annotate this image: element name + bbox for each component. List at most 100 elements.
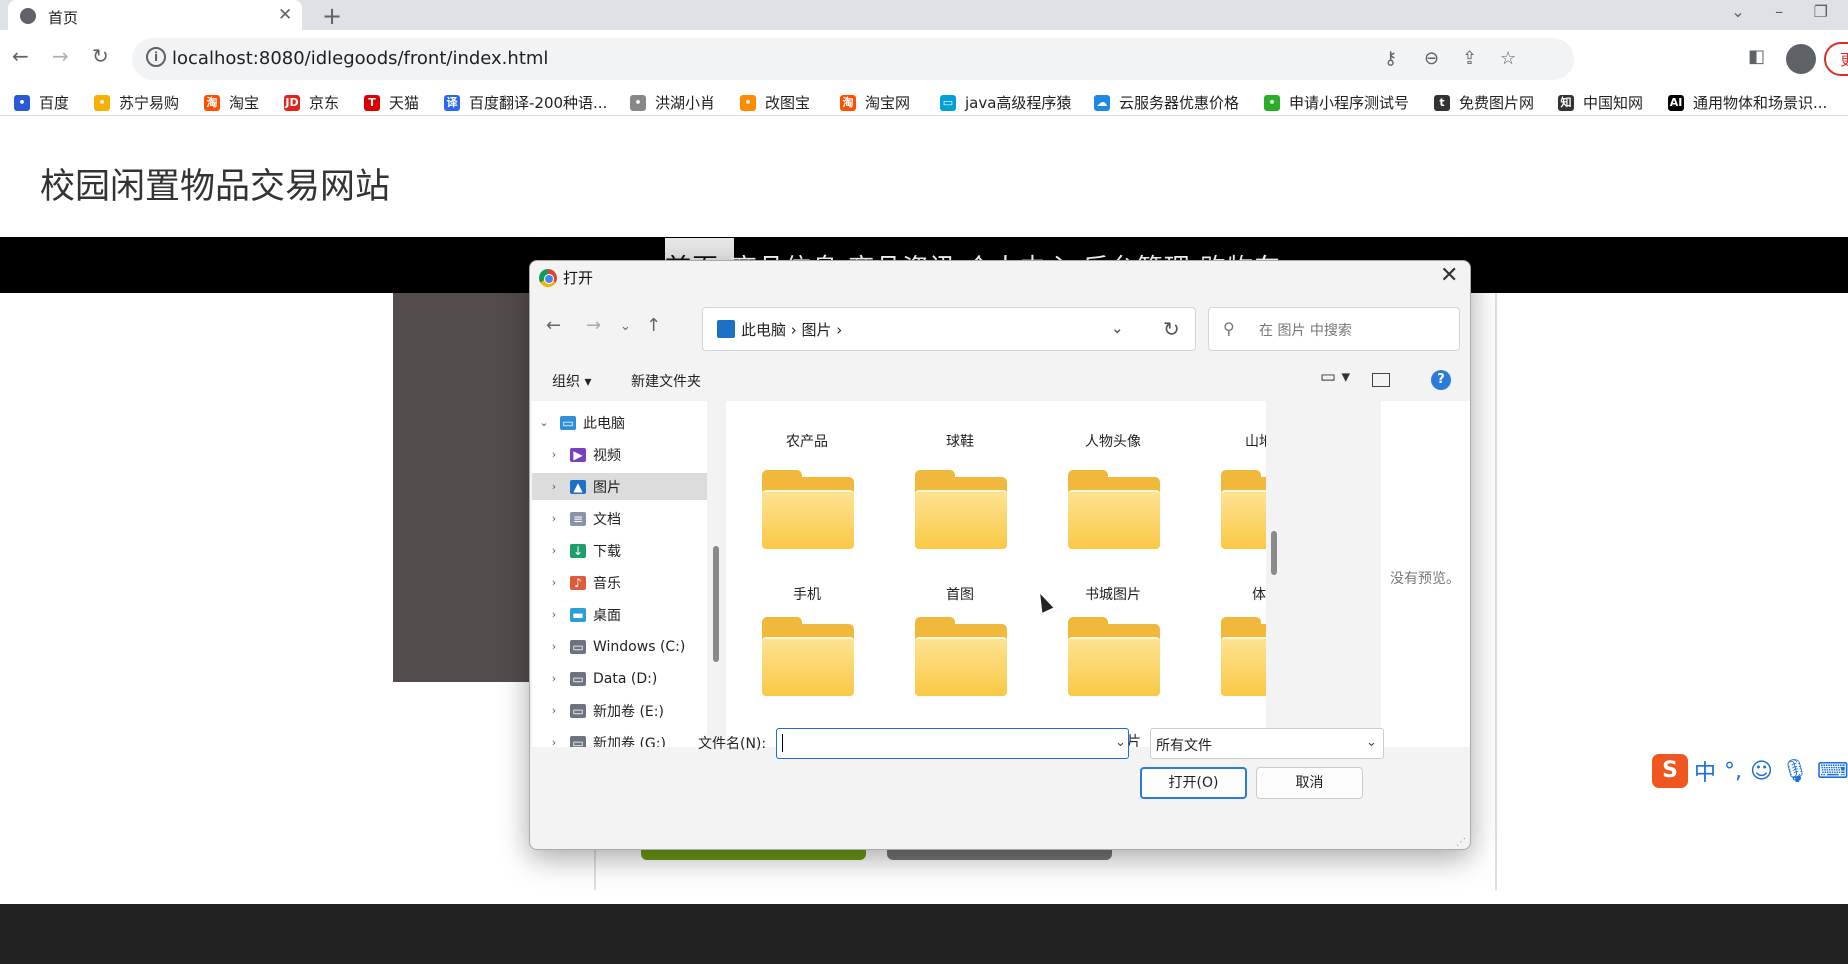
folder-item[interactable]: 首图 [905,470,1015,603]
window-controls[interactable]: ⌄ – ❐ [1731,2,1828,21]
tree-item[interactable]: › ▭ Windows (C:) [532,633,707,660]
bookmark-item[interactable]: T 天猫 [364,92,419,113]
reload-icon[interactable]: ↻ [92,44,109,68]
chevron-right-icon[interactable]: › [548,448,560,461]
search-box[interactable]: ⚲ 在 图片 中搜索 [1208,307,1460,351]
bookmark-item[interactable]: • 苏宁易购 [94,92,179,113]
bookmark-item[interactable]: JD 京东 [284,92,339,113]
tree-item-label: 新加卷 (G:) [593,735,666,748]
ime-mode[interactable]: 中 [1694,755,1716,787]
chevron-right-icon[interactable]: › [548,608,560,621]
baidu-icon: • [14,94,30,111]
forward-icon[interactable]: → [586,315,601,336]
chevron-down-icon[interactable]: ⌄ [1111,319,1124,337]
folder-item[interactable]: 甜品 [752,617,862,747]
bookmark-item[interactable]: ☁ 云服务器优惠价格 [1094,92,1239,113]
folder-item[interactable]: 图片 [905,617,1015,747]
tree-item[interactable]: › ↓ 下载 [532,537,707,564]
view-options-icon[interactable]: ▭ ▾ [1320,367,1350,387]
breadcrumb[interactable]: 此电脑 › 图片 › [741,319,842,340]
tree-item[interactable]: ⌄ ▭ 此电脑 [532,409,707,436]
filename-input[interactable]: ⌄ [776,728,1129,759]
tree-item-label: 图片 [593,479,621,496]
tree-item[interactable]: › ▭ 新加卷 (E:) [532,697,707,724]
tree-item[interactable]: › ▬ 桌面 [532,601,707,628]
tree-scroll-thumb[interactable] [713,546,719,662]
chevron-down-icon[interactable]: ⌄ [1366,735,1377,750]
sogou-icon[interactable]: S [1652,754,1688,788]
new-tab-button[interactable]: + [322,2,342,30]
back-icon[interactable]: ← [546,315,561,336]
chevron-right-icon[interactable]: › [548,544,560,557]
organize-button[interactable]: 组织 ▾ [552,371,591,391]
bookmark-item[interactable]: 淘淘宝网 [840,92,910,113]
bookmark-item[interactable]: • 百度 [14,92,69,113]
browser-tab[interactable]: 首页 ✕ [8,0,302,33]
key-icon[interactable]: ⚷ [1384,48,1397,69]
preview-pane-icon[interactable] [1372,373,1390,387]
url-text[interactable]: localhost:8080/idlegoods/front/index.htm… [172,48,548,69]
tree-item[interactable]: › ▲ 图片 [532,473,707,500]
bookmark-item[interactable]: t 免费图片网 [1434,92,1534,113]
address-bar[interactable]: 此电脑 › 图片 › ⌄ ↻ [702,307,1196,351]
emoji-icon[interactable]: ☺ [1750,759,1773,784]
chevron-right-icon[interactable]: › [548,704,560,717]
chevron-right-icon[interactable]: › [548,576,560,589]
help-button[interactable]: ? [1431,370,1451,390]
hunan-icon: • [630,94,646,111]
close-tab-icon[interactable]: ✕ [278,5,292,25]
open-button[interactable]: 打开(O) [1140,767,1247,799]
ime-toolbar[interactable]: S 中 °, ☺ 🎙 ⌨ [1652,752,1848,790]
folder-item[interactable]: 体育 [1211,470,1266,603]
bookmark-item[interactable]: 淘淘宝 [204,92,259,113]
cancel-button[interactable]: 取消 [1256,767,1363,799]
chevron-down-icon[interactable]: ⌄ [538,416,550,429]
folder-item[interactable]: 书城图片 [1058,470,1168,603]
tree-item[interactable]: › ♪ 音乐 [532,569,707,596]
folder-item[interactable]: 手机 [752,470,862,603]
tree-item[interactable]: › ▭ Data (D:) [532,665,707,692]
folder-item[interactable]: 图书图片 [1058,617,1168,747]
chevron-down-icon[interactable]: ⌄ [1115,735,1126,750]
bookmark-item[interactable]: 译百度翻译-200种语... [444,92,607,113]
bookmark-item[interactable]: • 洪湖小肖 [630,92,715,113]
bookmark-item[interactable]: 知中国知网 [1558,92,1643,113]
forward-icon[interactable]: → [52,44,69,68]
chevron-right-icon[interactable]: › [548,640,560,653]
resize-grip-icon[interactable]: ⋰ [1456,837,1466,848]
site-info-icon[interactable]: i [146,47,166,67]
update-button[interactable]: 更 [1824,42,1848,76]
chevron-right-icon[interactable]: › [548,672,560,685]
folder-item[interactable]: 土特产 [1211,617,1266,747]
drive-icon: ▭ [570,671,586,686]
bookmark-item[interactable]: ▭ java高级程序猿 [940,92,1071,113]
file-list-scroll-thumb[interactable] [1271,531,1277,575]
bookmark-item[interactable]: • 改图宝 [740,92,810,113]
mic-icon[interactable]: 🎙 [1781,759,1809,784]
file-type-select[interactable]: 所有文件 ⌄ [1150,728,1384,759]
chevron-right-icon[interactable]: › [548,512,560,525]
bookmark-star-icon[interactable]: ☆ [1500,48,1516,69]
side-panel-icon[interactable]: ◧ [1748,46,1765,67]
tree-item[interactable]: › ▶ 视频 [532,441,707,468]
punct-icon[interactable]: °, [1724,759,1742,784]
zoom-icon[interactable]: ⊖ [1424,48,1439,69]
new-folder-button[interactable]: 新建文件夹 [631,371,701,391]
up-icon[interactable]: ↑ [646,315,661,336]
tree-item[interactable]: › ▭ 新加卷 (G:) [532,729,707,747]
share-icon[interactable]: ⇪ [1462,48,1477,69]
search-input[interactable]: 在 图片 中搜索 [1259,320,1352,340]
chevron-right-icon[interactable]: › [548,736,560,747]
bookmark-item[interactable]: AI 通用物体和场景识... [1668,92,1827,113]
tree-item[interactable]: › ≡ 文档 [532,505,707,532]
recent-dropdown-icon[interactable]: ⌄ [620,319,631,334]
back-icon[interactable]: ← [12,44,29,68]
chevron-right-icon[interactable]: › [548,480,560,493]
keyboard-icon[interactable]: ⌨ [1817,759,1848,784]
close-icon[interactable]: ✕ [1440,263,1458,288]
cloud-icon: ☁ [1094,94,1110,111]
profile-avatar[interactable] [1786,44,1816,74]
bookmark-item[interactable]: • 申请小程序测试号 [1264,92,1409,113]
refresh-icon[interactable]: ↻ [1163,317,1180,341]
address-bar[interactable]: i localhost:8080/idlegoods/front/index.h… [132,38,1574,80]
